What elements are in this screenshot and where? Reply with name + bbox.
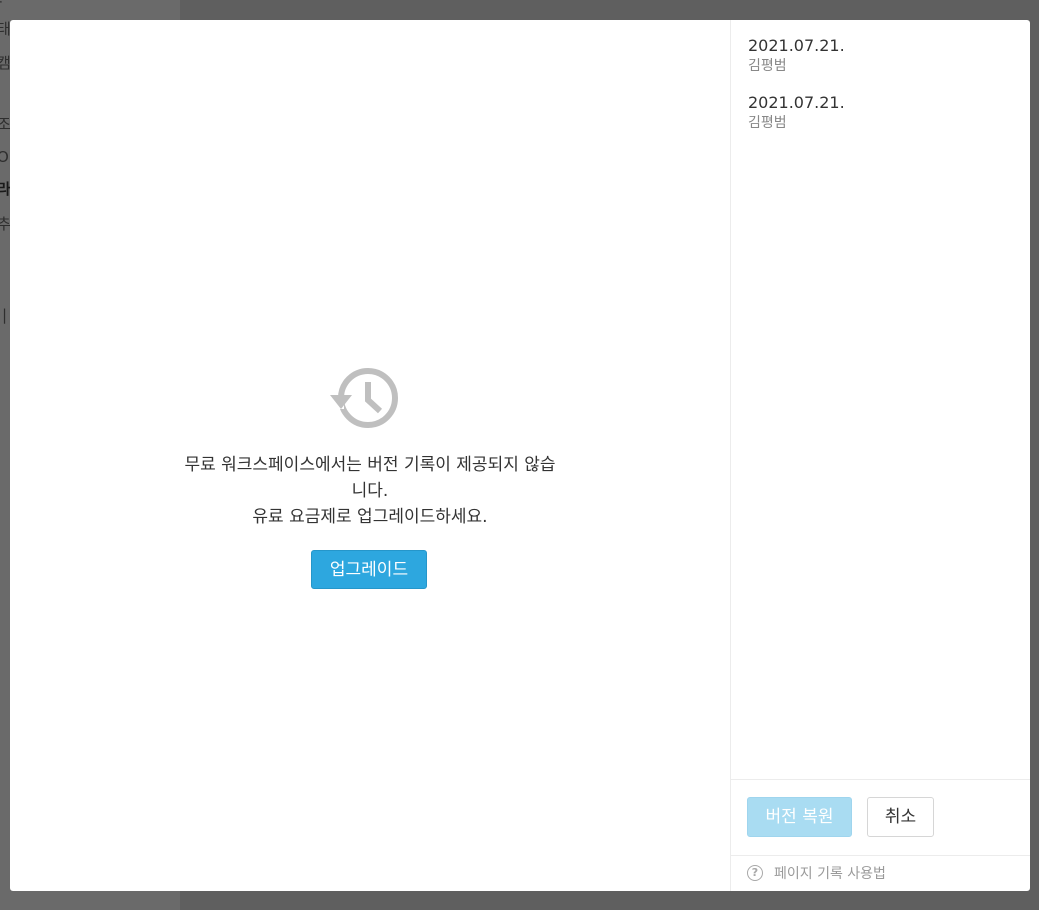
message-line: 유료 요금제로 업그레이드하세요.: [252, 507, 488, 527]
divider: [731, 779, 1030, 780]
page-history-modal: 무료 워크스페이스에서는 버전 기록이 제공되지 않습 니다. 유료 요금제로 …: [10, 20, 1030, 891]
question-circle-icon: ?: [747, 865, 763, 881]
version-date: 2021.07.21.: [748, 36, 845, 55]
version-author: 김평범: [748, 115, 787, 131]
upgrade-button[interactable]: 업그레이드: [311, 550, 427, 589]
version-list-sidebar: 2021.07.21. 김평범 2021.07.21. 김평범 버전 복원 취소…: [730, 20, 1030, 891]
background-text: |: [2, 306, 8, 324]
version-item[interactable]: 2021.07.21. 김평범: [748, 35, 1008, 75]
message-line: 니다.: [351, 481, 389, 501]
history-preview-pane: 무료 워크스페이스에서는 버전 기록이 제공되지 않습 니다. 유료 요금제로 …: [10, 20, 730, 891]
page-history-help-link[interactable]: ? 페이지 기록 사용법: [747, 863, 886, 883]
version-item[interactable]: 2021.07.21. 김평범: [748, 92, 1008, 132]
version-author: 김평범: [748, 58, 787, 74]
restore-version-button[interactable]: 버전 복원: [747, 797, 852, 837]
divider: [731, 855, 1030, 856]
upgrade-message: 무료 워크스페이스에서는 버전 기록이 제공되지 않습 니다. 유료 요금제로 …: [160, 452, 580, 530]
history-restore-icon: [330, 365, 402, 431]
cancel-button[interactable]: 취소: [867, 797, 934, 837]
help-label: 페이지 기록 사용법: [774, 866, 886, 882]
background-text: O: [0, 148, 9, 166]
version-date: 2021.07.21.: [748, 93, 845, 112]
background-text: -: [0, 0, 2, 10]
message-line: 무료 워크스페이스에서는 버전 기록이 제공되지 않습: [184, 455, 556, 475]
